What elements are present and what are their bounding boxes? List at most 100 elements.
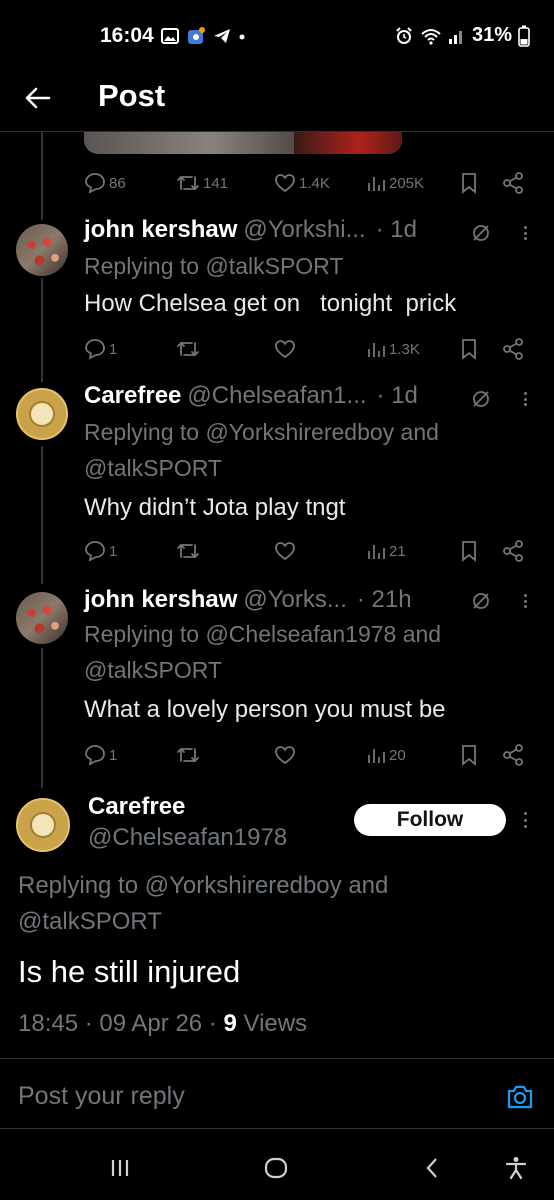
like-button[interactable]: [274, 536, 296, 566]
back-button[interactable]: [22, 82, 54, 114]
reply-button[interactable]: 86: [84, 168, 126, 198]
like-button[interactable]: [274, 740, 296, 770]
parent-action-bar: 86 141 1.4K 205K: [84, 168, 530, 198]
thread-line: [41, 648, 43, 788]
views-button[interactable]: 205K: [366, 168, 424, 198]
alarm-icon: [396, 26, 412, 44]
bookmark-button[interactable]: [460, 334, 478, 364]
bookmark-button[interactable]: [460, 536, 478, 566]
heart-icon: [275, 340, 295, 359]
reply-button[interactable]: 1: [84, 536, 117, 566]
post-text: Why didn’t Jota play tngt: [84, 494, 346, 521]
post-time[interactable]: · 1d: [377, 382, 418, 410]
views-count: 20: [389, 746, 406, 764]
main-post-timestamp[interactable]: 18:45 · 09 Apr 26 ·: [18, 1010, 223, 1037]
status-bar: 16:04 31%: [0, 0, 554, 70]
views-button[interactable]: 1.3K: [366, 334, 420, 364]
reply-icon: [85, 173, 105, 194]
thread-line: [41, 278, 43, 382]
top-app-bar: Post: [0, 70, 554, 132]
reply-header: Carefree @Chelseafan1... · 1d: [84, 382, 418, 410]
grok-icon[interactable]: [470, 222, 492, 244]
reply-icon: [85, 541, 105, 562]
like-button[interactable]: [274, 334, 296, 364]
user-handle[interactable]: @Yorkshi...: [243, 216, 365, 244]
repost-icon: [177, 342, 199, 356]
repost-button[interactable]: 141: [176, 168, 228, 198]
display-name[interactable]: john kershaw: [84, 216, 237, 244]
share-icon: [503, 338, 523, 360]
status-time: 16:04: [100, 24, 154, 47]
back-nav-button[interactable]: [416, 1152, 448, 1184]
reply-icon: [85, 339, 105, 360]
repost-button[interactable]: [176, 536, 200, 566]
grok-icon[interactable]: [470, 590, 492, 612]
share-button[interactable]: [502, 536, 524, 566]
post-time[interactable]: · 21h: [357, 586, 412, 614]
accessibility-button[interactable]: [500, 1152, 532, 1184]
share-button[interactable]: [502, 740, 524, 770]
user-handle[interactable]: @Yorks...: [243, 586, 347, 614]
views-icon: [368, 749, 385, 763]
post-text: What a lovely person you must be: [84, 696, 446, 723]
heart-icon: [275, 174, 295, 193]
reply-button[interactable]: 1: [84, 334, 117, 364]
replying-to[interactable]: Replying to @talkSPORT: [84, 248, 534, 284]
share-button[interactable]: [502, 334, 524, 364]
thread-line: [41, 446, 43, 584]
like-button[interactable]: 1.4K: [274, 168, 330, 198]
reply-action-bar: 1 1.3K: [84, 334, 530, 364]
views-icon: [368, 177, 385, 191]
heart-icon: [275, 746, 295, 765]
share-icon: [503, 744, 523, 766]
main-post-replying-to[interactable]: Replying to @Yorkshireredboy and @talkSP…: [18, 868, 538, 940]
main-post-handle[interactable]: @Chelseafan1978: [88, 824, 287, 852]
reply-action-bar: 1 20: [84, 740, 530, 770]
home-button[interactable]: [260, 1152, 292, 1184]
bookmark-button[interactable]: [460, 740, 478, 770]
reply-button[interactable]: 1: [84, 740, 117, 770]
accessibility-icon: [505, 1157, 527, 1180]
like-count: 1.4K: [299, 174, 330, 192]
post-time[interactable]: · 1d: [376, 216, 417, 244]
dot-icon: [239, 34, 245, 40]
thread-line: [41, 132, 43, 220]
app-notification-icon: [188, 27, 205, 44]
views-button[interactable]: 21: [366, 536, 406, 566]
grok-icon[interactable]: [470, 388, 492, 410]
parent-post-media[interactable]: [84, 132, 402, 154]
main-post-text: Is he still injured: [18, 954, 241, 989]
main-post-display-name[interactable]: Carefree: [88, 793, 185, 821]
follow-button[interactable]: Follow: [354, 804, 506, 836]
more-options-button[interactable]: [518, 388, 532, 410]
repost-button[interactable]: [176, 740, 200, 770]
recent-apps-button[interactable]: [104, 1152, 136, 1184]
repost-button[interactable]: [176, 334, 200, 364]
more-options-button[interactable]: [518, 808, 532, 832]
display-name[interactable]: john kershaw: [84, 586, 237, 614]
user-handle[interactable]: @Chelseafan1...: [187, 382, 366, 410]
main-post-avatar[interactable]: [16, 798, 70, 852]
share-button[interactable]: [502, 168, 524, 198]
display-name[interactable]: Carefree: [84, 382, 181, 410]
reply-header: john kershaw @Yorks... · 21h: [84, 586, 412, 614]
avatar[interactable]: [16, 592, 68, 644]
avatar[interactable]: [16, 388, 68, 440]
more-options-button[interactable]: [518, 590, 532, 612]
share-icon: [503, 540, 523, 562]
replying-to[interactable]: Replying to @Chelseafan1978 and @talkSPO…: [84, 616, 534, 688]
views-button[interactable]: 20: [366, 740, 406, 770]
main-post-views-count[interactable]: 9: [223, 1010, 236, 1037]
views-icon: [368, 545, 385, 559]
reply-header: john kershaw @Yorkshi... · 1d: [84, 216, 417, 244]
bookmark-icon: [462, 745, 476, 766]
reply-count: 1: [109, 746, 118, 764]
avatar[interactable]: [16, 224, 68, 276]
bookmark-button[interactable]: [460, 168, 478, 198]
reply-input[interactable]: Post your reply: [18, 1082, 185, 1111]
replying-to[interactable]: Replying to @Yorkshireredboy and @talkSP…: [84, 414, 534, 486]
camera-icon[interactable]: [506, 1084, 534, 1110]
system-navigation-bar: [0, 1130, 554, 1200]
more-options-button[interactable]: [518, 222, 532, 244]
page-title: Post: [98, 78, 166, 113]
